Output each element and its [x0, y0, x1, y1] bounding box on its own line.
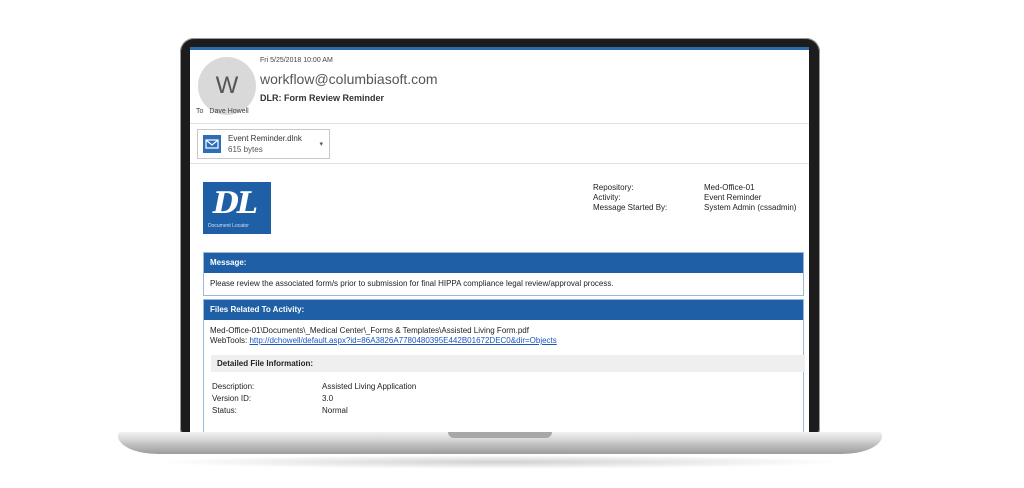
logo-text: DL: [213, 186, 258, 221]
attachment-divider: [190, 163, 809, 164]
detail-value: 3.0: [322, 394, 334, 403]
webtools-row: WebTools: http://dchowell/default.aspx?i…: [210, 336, 797, 346]
document-locator-logo: DL Document Locator: [203, 182, 271, 234]
mail-icon: [203, 135, 221, 153]
logo-caption: Document Locator: [208, 223, 249, 229]
detail-header: Detailed File Information:: [211, 355, 805, 372]
detail-row-description: Description: Assisted Living Application: [212, 382, 416, 391]
file-path: Med-Office-01\Documents\_Medical Center\…: [210, 326, 529, 335]
repository-value: Med-Office-01: [704, 183, 755, 192]
email-subject: DLR: Form Review Reminder: [260, 93, 385, 103]
chevron-down-icon[interactable]: ▾: [319, 140, 323, 148]
attachment-filename: Event Reminder.dlnk: [228, 134, 302, 143]
detail-row-status: Status: Normal: [212, 406, 348, 415]
files-header: Files Related To Activity:: [204, 300, 803, 320]
files-body: Med-Office-01\Documents\_Medical Center\…: [204, 320, 803, 352]
message-panel: Message: Please review the associated fo…: [203, 252, 804, 296]
detail-label: Description:: [212, 382, 255, 391]
activity-label: Activity:: [593, 193, 621, 202]
header-divider: [190, 123, 809, 124]
webtools-link[interactable]: http://dchowell/default.aspx?id=86A3826A…: [249, 336, 556, 345]
window-top-accent: [190, 47, 809, 50]
webtools-label: WebTools:: [210, 336, 248, 345]
email-date: Fri 5/25/2018 10:00 AM: [260, 57, 333, 64]
attachment-size: 615 bytes: [228, 145, 263, 154]
to-name[interactable]: Dave Howell: [209, 108, 248, 115]
repository-label: Repository:: [593, 183, 634, 192]
laptop-notch: [448, 432, 552, 438]
to-label: To: [196, 108, 204, 115]
attachment-chip[interactable]: Event Reminder.dlnk 615 bytes ▾: [197, 129, 330, 159]
message-body: Please review the associated form/s prio…: [210, 279, 614, 288]
detail-row-version: Version ID: 3.0: [212, 394, 333, 403]
started-by-value: System Admin (cssadmin): [704, 203, 797, 212]
detail-value: Normal: [322, 406, 348, 415]
files-panel: Files Related To Activity: Med-Office-01…: [203, 299, 805, 432]
detail-value: Assisted Living Application: [322, 382, 417, 391]
email-window: W Fri 5/25/2018 10:00 AM workflow@columb…: [190, 47, 809, 432]
started-by-label: Message Started By:: [593, 203, 668, 212]
email-recipient: To Dave Howell: [196, 108, 249, 115]
activity-value: Event Reminder: [704, 193, 762, 202]
message-header: Message:: [204, 253, 803, 273]
laptop-shadow: [150, 455, 850, 469]
sender-avatar: W: [198, 57, 256, 115]
email-sender[interactable]: workflow@columbiasoft.com: [260, 71, 438, 87]
detail-label: Version ID:: [212, 394, 252, 403]
detail-label: Status:: [212, 406, 237, 415]
